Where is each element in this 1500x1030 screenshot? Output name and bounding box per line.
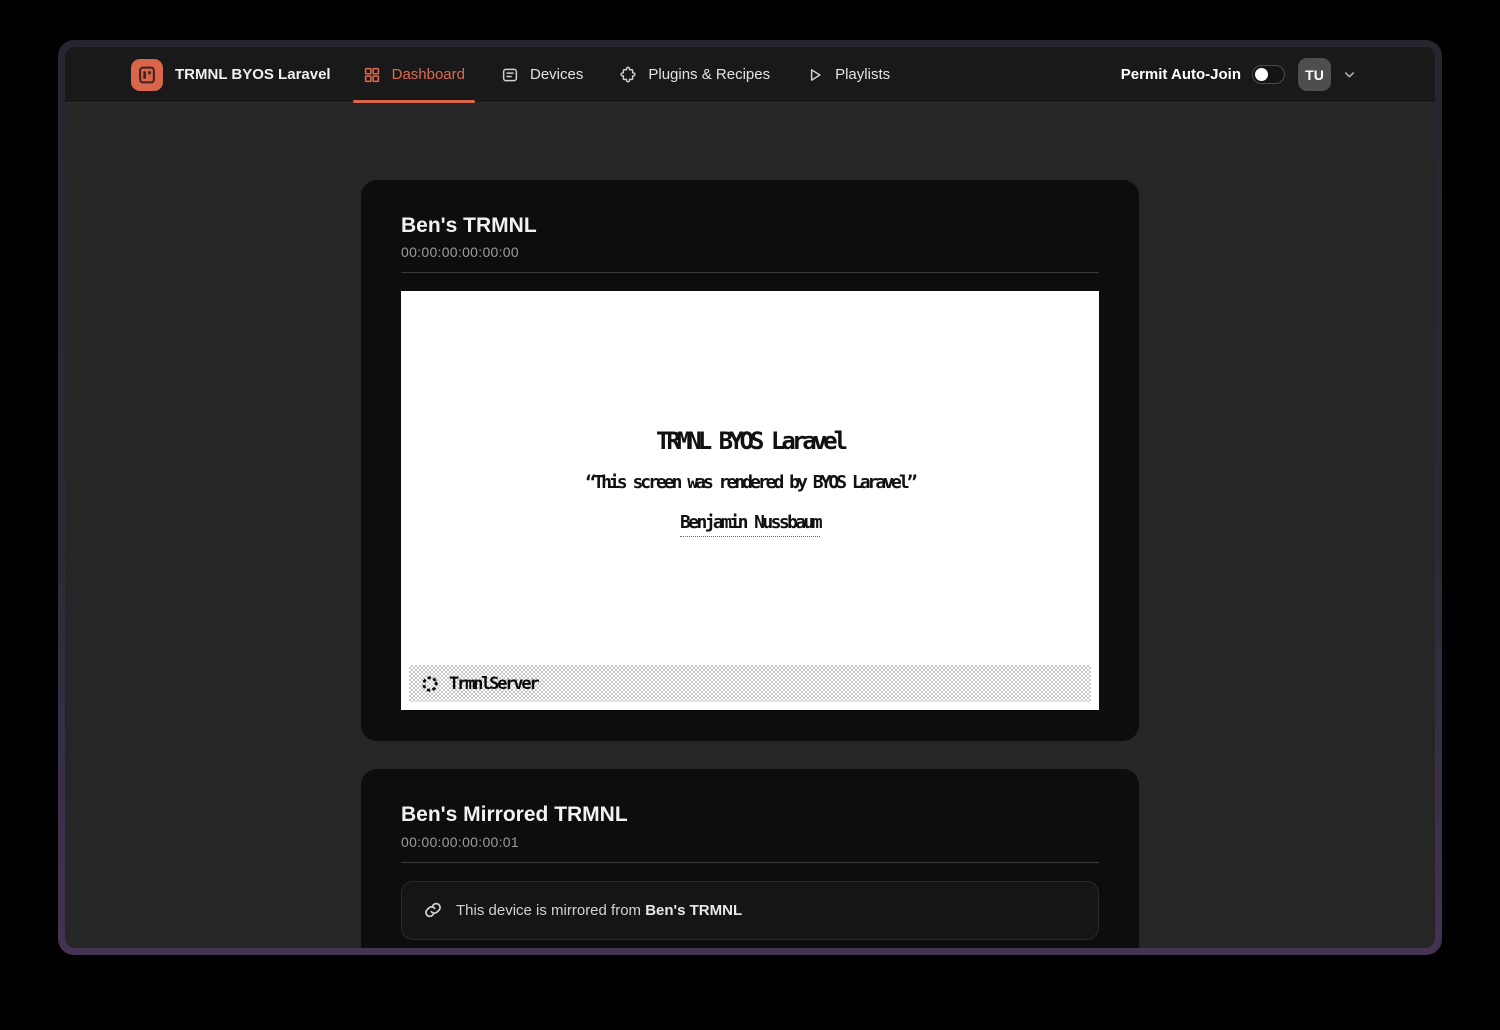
- nav-tab-label: Playlists: [835, 66, 890, 83]
- mirror-notice: This device is mirrored from Ben's TRMNL: [401, 881, 1099, 940]
- device-name: Ben's Mirrored TRMNL: [401, 802, 1099, 828]
- play-icon: [806, 66, 824, 84]
- desktop-background: TRMNL BYOS Laravel Dashboard: [0, 0, 1500, 1030]
- screen-footer-label: TrmnlServer: [449, 674, 537, 694]
- nav-tab-devices[interactable]: Devices: [491, 47, 593, 102]
- trmnl-logo-icon[interactable]: [131, 59, 163, 91]
- device-mac-address: 00:00:00:00:00:01: [401, 834, 1099, 850]
- nav-tab-label: Devices: [530, 66, 583, 83]
- screen-author-link: Benjamin Nussbaum: [680, 512, 820, 537]
- toggle-knob: [1255, 68, 1268, 81]
- brand: TRMNL BYOS Laravel: [131, 59, 331, 91]
- nav-tab-label: Plugins & Recipes: [648, 66, 770, 83]
- puzzle-icon: [619, 66, 637, 84]
- permit-auto-join-toggle[interactable]: [1252, 65, 1285, 84]
- divider: [401, 272, 1099, 273]
- device-mac-address: 00:00:00:00:00:00: [401, 244, 1099, 260]
- permit-auto-join-label: Permit Auto-Join: [1121, 66, 1241, 83]
- screen-quote: “This screen was rendered by BYOS Larave…: [585, 472, 914, 493]
- user-avatar[interactable]: TU: [1298, 58, 1331, 91]
- nav-tab-plugins-recipes[interactable]: Plugins & Recipes: [609, 47, 780, 102]
- spinner-icon: [420, 674, 440, 694]
- main-nav: Dashboard Devices: [353, 47, 917, 102]
- link-icon: [422, 899, 444, 921]
- nav-tab-playlists[interactable]: Playlists: [796, 47, 900, 102]
- app-title: TRMNL BYOS Laravel: [175, 66, 331, 83]
- nav-tab-label: Dashboard: [392, 66, 465, 83]
- top-navbar: TRMNL BYOS Laravel Dashboard: [65, 47, 1435, 103]
- app-window: TRMNL BYOS Laravel Dashboard: [58, 40, 1442, 955]
- device-card-bens-trmnl: Ben's TRMNL 00:00:00:00:00:00 TRMNL BYOS…: [361, 180, 1139, 741]
- chevron-down-icon[interactable]: [1342, 67, 1357, 82]
- device-list-icon: [501, 66, 519, 84]
- dashboard-content: Ben's TRMNL 00:00:00:00:00:00 TRMNL BYOS…: [65, 103, 1435, 948]
- nav-tab-dashboard[interactable]: Dashboard: [353, 47, 475, 102]
- screen-title: TRMNL BYOS Laravel: [656, 427, 844, 455]
- device-name: Ben's TRMNL: [401, 213, 1099, 239]
- mirror-source-device: Ben's TRMNL: [645, 902, 742, 919]
- navbar-right: Permit Auto-Join TU: [1121, 58, 1357, 91]
- app-window-content: TRMNL BYOS Laravel Dashboard: [65, 47, 1435, 948]
- grid-icon: [363, 66, 381, 84]
- avatar-initials: TU: [1305, 67, 1324, 83]
- device-screen-preview: TRMNL BYOS Laravel “This screen was rend…: [401, 291, 1099, 710]
- divider: [401, 862, 1099, 863]
- mirror-notice-text: This device is mirrored from Ben's TRMNL: [456, 902, 742, 919]
- mirror-notice-prefix: This device is mirrored from: [456, 902, 645, 919]
- screen-footer-bar: TrmnlServer: [409, 665, 1091, 702]
- device-card-bens-mirrored-trmnl: Ben's Mirrored TRMNL 00:00:00:00:00:01 T…: [361, 769, 1139, 948]
